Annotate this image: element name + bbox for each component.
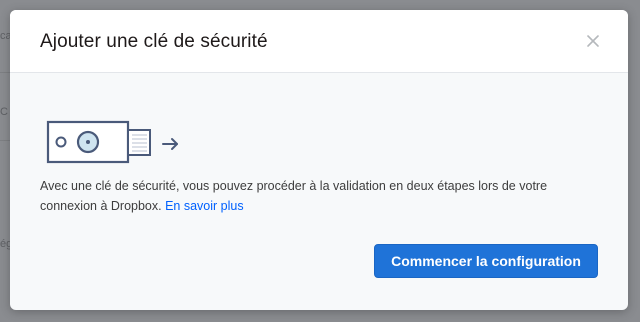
- close-button[interactable]: [584, 32, 602, 50]
- background-text-fragment: C: [0, 106, 8, 118]
- dialog-header: Ajouter une clé de sécurité: [10, 10, 628, 73]
- dialog-title: Ajouter une clé de sécurité: [40, 31, 268, 52]
- close-icon: [587, 35, 599, 47]
- security-key-illustration: [46, 118, 186, 174]
- arrow-right-icon: [162, 138, 178, 150]
- description-text: Avec une clé de sécurité, vous pouvez pr…: [40, 179, 548, 213]
- add-security-key-dialog: Ajouter une clé de sécurité Avec une clé…: [10, 10, 628, 310]
- dialog-description: Avec une clé de sécurité, vous pouvez pr…: [40, 176, 600, 216]
- start-setup-button[interactable]: Commencer la configuration: [374, 244, 598, 278]
- security-key-icon: [46, 120, 178, 164]
- learn-more-link[interactable]: En savoir plus: [165, 199, 244, 213]
